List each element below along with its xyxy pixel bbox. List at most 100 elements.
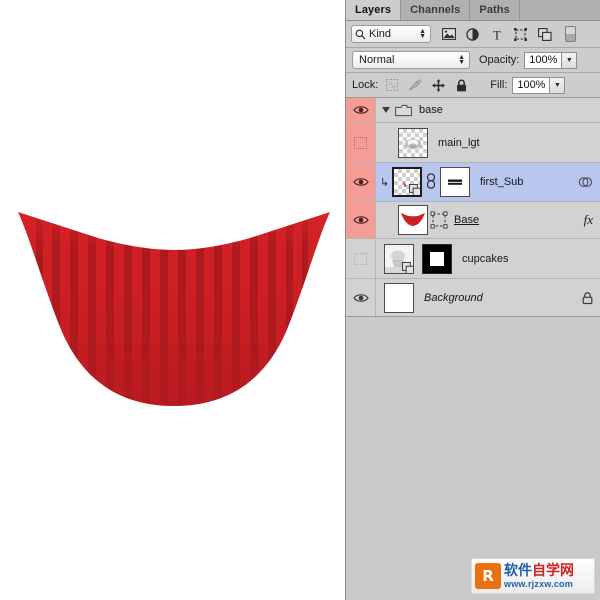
lock-transparent-pixels-icon[interactable]: [385, 78, 399, 92]
eye-icon: [353, 177, 369, 187]
image-filter-icon[interactable]: [441, 27, 456, 42]
fill-dropdown-arrow-icon[interactable]: ▼: [550, 77, 565, 94]
layer-row-first-sub[interactable]: ↳: [346, 163, 600, 202]
filter-kind-label: Kind: [369, 28, 391, 40]
tab-channels-label: Channels: [410, 4, 460, 16]
blend-mode-select[interactable]: Normal ▲▼: [352, 51, 470, 69]
fx-icon[interactable]: fx: [584, 212, 593, 228]
tab-paths-label: Paths: [479, 4, 509, 16]
filter-kind-stepper-icon: ▲▼: [419, 29, 426, 39]
layer-name-first-sub: first_Sub: [480, 176, 523, 188]
eye-hidden-icon: [354, 253, 367, 265]
photoshop-window: Layers Channels Paths Kind ▲▼: [0, 0, 600, 600]
layer-mask-thumbnail-first-sub[interactable]: [440, 167, 470, 197]
visibility-toggle-base-group[interactable]: [346, 98, 376, 122]
panel-tab-strip: Layers Channels Paths: [346, 0, 600, 21]
adjustment-filter-icon[interactable]: [465, 27, 480, 42]
tab-paths[interactable]: Paths: [470, 0, 519, 20]
folder-icon: [395, 104, 412, 117]
filter-toggle-switch[interactable]: [565, 26, 576, 42]
layer-content-background[interactable]: Background: [376, 283, 600, 313]
layer-thumbnail-main-lgt[interactable]: [398, 128, 428, 158]
watermark: R 软件自学网 www.rjzxw.com: [471, 558, 595, 594]
watermark-cn-part1: 软件: [504, 562, 532, 578]
mask-link-icon[interactable]: [578, 175, 593, 190]
document-canvas[interactable]: [0, 0, 345, 600]
layer-mask-thumbnail-cupcakes[interactable]: [422, 244, 452, 274]
layer-row-base-group[interactable]: base: [346, 98, 600, 123]
visibility-toggle-first-sub[interactable]: [346, 163, 376, 201]
eye-icon: [353, 105, 369, 115]
watermark-site-name: 软件自学网: [504, 563, 574, 577]
blend-mode-row: Normal ▲▼ Opacity: 100% ▼: [346, 48, 600, 73]
visibility-toggle-base[interactable]: [346, 202, 376, 238]
layer-thumbnail-cupcakes[interactable]: [384, 244, 414, 274]
tab-channels[interactable]: Channels: [401, 0, 470, 20]
group-expand-caret-icon[interactable]: [382, 107, 390, 113]
layer-link-icon[interactable]: [426, 173, 436, 192]
watermark-text: 软件自学网 www.rjzxw.com: [504, 563, 574, 589]
layer-thumbnail-base[interactable]: [398, 205, 428, 235]
smart-object-filter-icon[interactable]: [537, 27, 552, 42]
layer-row-cupcakes[interactable]: cupcakes: [346, 239, 600, 279]
layer-name-cupcakes: cupcakes: [462, 253, 508, 265]
layer-thumbnail-first-sub[interactable]: [392, 167, 422, 197]
layer-content-first-sub[interactable]: ↳: [376, 167, 600, 197]
layer-name-main-lgt: main_lgt: [438, 137, 480, 149]
lock-all-icon[interactable]: [454, 78, 468, 92]
layer-right-icons-background: [582, 291, 593, 304]
layer-content-main-lgt[interactable]: main_lgt: [376, 128, 600, 158]
lock-row: Lock:: [346, 73, 600, 98]
fill-label: Fill:: [490, 79, 507, 91]
vector-mask-thumbnail-base[interactable]: [428, 205, 450, 235]
filter-icon-group: T: [441, 26, 576, 42]
eye-hidden-icon: [354, 137, 367, 149]
layer-content-cupcakes[interactable]: cupcakes: [376, 244, 600, 274]
layer-name-base-group: base: [419, 104, 443, 116]
lock-position-icon[interactable]: [431, 78, 445, 92]
filter-kind-select[interactable]: Kind ▲▼: [351, 25, 431, 43]
shape-filter-icon[interactable]: [513, 27, 528, 42]
opacity-label: Opacity:: [479, 54, 519, 66]
watermark-url: www.rjzxw.com: [504, 580, 574, 589]
smart-object-badge-icon: [409, 184, 422, 197]
eye-icon: [353, 215, 369, 225]
layer-thumbnail-background[interactable]: [384, 283, 414, 313]
layer-filter-row: Kind ▲▼: [346, 21, 600, 48]
layer-name-base: Base: [454, 214, 479, 226]
visibility-toggle-background[interactable]: [346, 279, 376, 316]
magnifier-icon: [355, 29, 366, 40]
opacity-dropdown-arrow-icon[interactable]: ▼: [562, 52, 577, 69]
watermark-cn-part2: 自学网: [532, 562, 574, 578]
layer-right-icons-first-sub: [578, 175, 593, 190]
mask-white-area: [430, 252, 444, 266]
layers-panel-empty-area: [346, 317, 600, 597]
tab-layers-label: Layers: [355, 4, 391, 16]
watermark-logo-icon: R: [475, 563, 501, 589]
layer-right-icons-base: fx: [584, 212, 593, 228]
cupcake-wrapper-artwork: [0, 0, 345, 600]
opacity-input[interactable]: 100%: [524, 52, 562, 69]
lock-icon-group: [385, 78, 468, 92]
eye-icon: [353, 293, 369, 303]
lock-image-pixels-icon[interactable]: [408, 78, 422, 92]
layer-row-main-lgt[interactable]: main_lgt: [346, 123, 600, 163]
visibility-toggle-cupcakes[interactable]: [346, 239, 376, 278]
layer-row-background[interactable]: Background: [346, 279, 600, 316]
type-filter-icon[interactable]: T: [489, 27, 504, 42]
visibility-toggle-main-lgt[interactable]: [346, 123, 376, 162]
layers-panel: Layers Channels Paths Kind ▲▼: [345, 0, 600, 600]
clipping-mask-arrow-icon: ↳: [380, 176, 389, 189]
layer-content-base[interactable]: Base fx: [376, 205, 600, 235]
tab-strip-filler: [520, 0, 600, 20]
fill-input[interactable]: 100%: [512, 77, 550, 94]
layer-row-base[interactable]: Base fx: [346, 202, 600, 239]
layer-name-background: Background: [424, 292, 483, 304]
blend-mode-stepper-icon: ▲▼: [458, 55, 465, 65]
tab-layers[interactable]: Layers: [346, 0, 401, 20]
blend-mode-value: Normal: [359, 54, 394, 66]
svg-text:T: T: [493, 28, 501, 41]
layer-content-base-group[interactable]: base: [376, 104, 600, 117]
lock-label: Lock:: [352, 79, 378, 91]
layer-list: base main_lgt: [346, 98, 600, 317]
